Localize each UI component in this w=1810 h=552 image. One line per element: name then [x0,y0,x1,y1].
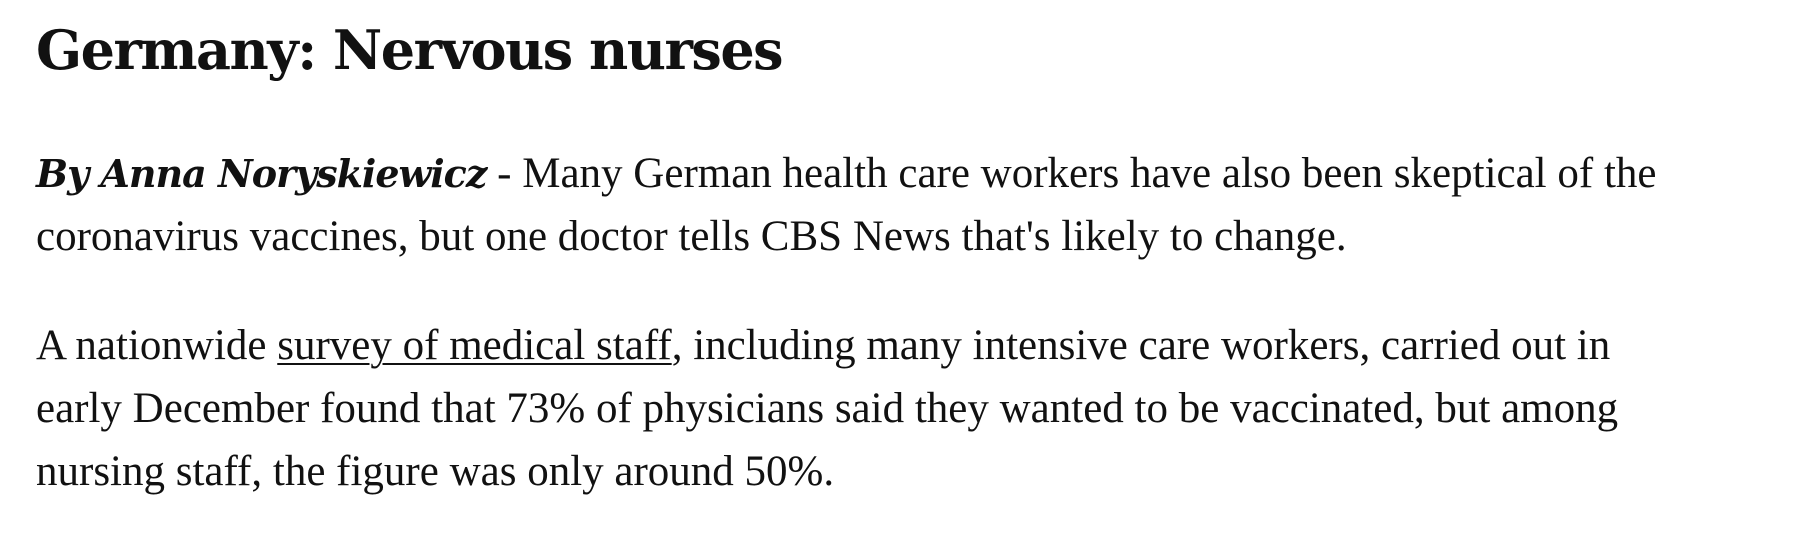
paragraph-survey-before-link: A nationwide [36,322,278,369]
article: Germany: Nervous nurses By Anna Noryskie… [0,0,1810,552]
headline: Germany: Nervous nurses [36,18,784,82]
paragraph-survey-after-link: , including many intensive care workers,… [671,322,1611,369]
byline: By Anna Noryskiewicz [36,151,487,196]
survey-link[interactable]: survey of medical staff [277,322,671,369]
paragraph-intro-line-2: coronavirus vaccines, but one doctor tel… [36,213,1347,260]
paragraph-survey: A nationwide survey of medical staff, in… [36,314,1774,503]
paragraph-intro: By Anna Noryskiewicz - Many German healt… [36,142,1774,268]
paragraph-survey-line-3: nursing staff, the figure was only aroun… [36,448,835,495]
paragraph-intro-line-1: Many German health care workers have als… [522,150,1657,197]
byline-separator: - [486,150,523,197]
paragraph-survey-line-2: early December found that 73% of physici… [36,385,1619,432]
